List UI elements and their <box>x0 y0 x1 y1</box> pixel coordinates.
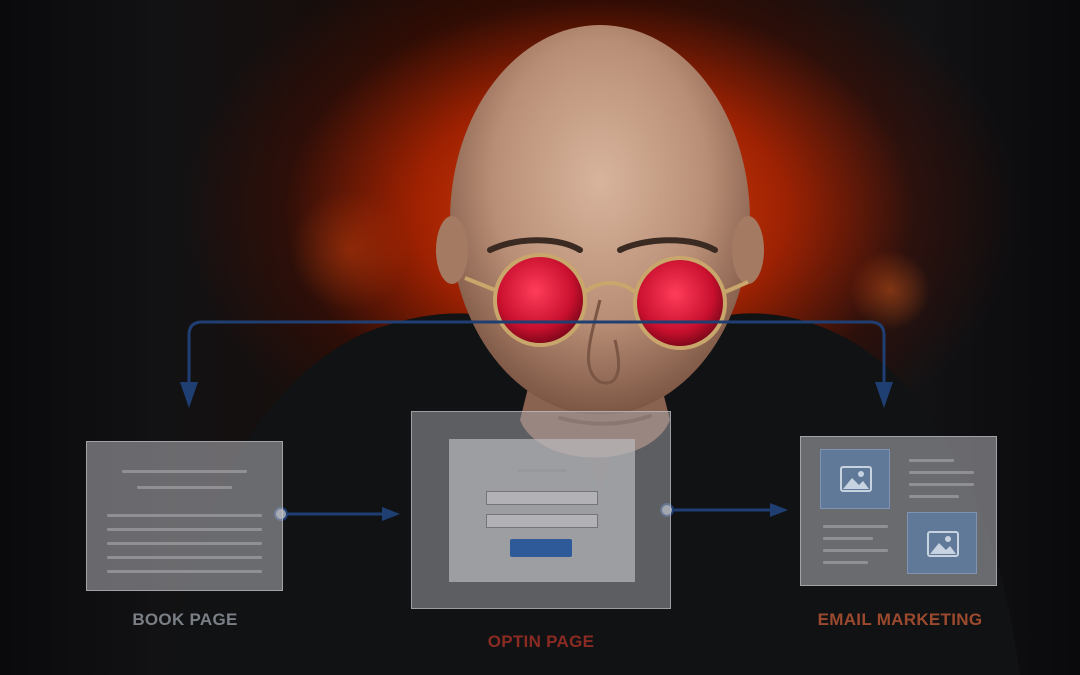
text-line <box>122 470 247 473</box>
submit-button[interactable] <box>510 539 572 557</box>
text-line <box>107 542 262 545</box>
top-loop-line <box>187 320 886 385</box>
hero-image: BOOK PAGE OPTIN PAGE EMAIL MARKETING <box>0 0 1080 675</box>
text-line <box>823 561 868 564</box>
arrowhead-right-optin <box>382 507 400 521</box>
text-line <box>823 537 873 540</box>
email-marketing-label: EMAIL MARKETING <box>817 610 983 629</box>
text-line <box>107 528 262 531</box>
book-page-label: BOOK PAGE <box>132 610 238 629</box>
text-line <box>107 514 262 517</box>
text-line <box>107 570 262 573</box>
email-input[interactable] <box>486 514 598 528</box>
optin-form-card <box>449 439 635 582</box>
email-marketing-mockup <box>800 436 997 586</box>
book-page-mockup <box>86 441 283 591</box>
text-line <box>909 495 959 498</box>
name-input[interactable] <box>486 491 598 505</box>
form-heading-line <box>517 469 567 472</box>
image-icon <box>840 466 872 492</box>
image-placeholder <box>820 449 890 509</box>
text-line <box>823 525 888 528</box>
arrowhead-down-email <box>875 382 893 408</box>
optin-page-mockup <box>411 411 671 609</box>
text-line <box>909 471 974 474</box>
optin-page-label: OPTIN PAGE <box>487 632 595 651</box>
text-line <box>909 459 954 462</box>
text-line <box>823 549 888 552</box>
arrowhead-down-book <box>180 382 198 408</box>
text-line <box>909 483 974 486</box>
text-line <box>137 486 232 489</box>
image-icon <box>927 531 959 557</box>
image-placeholder <box>907 512 977 574</box>
arrowhead-right-email <box>770 503 788 517</box>
text-line <box>107 556 262 559</box>
